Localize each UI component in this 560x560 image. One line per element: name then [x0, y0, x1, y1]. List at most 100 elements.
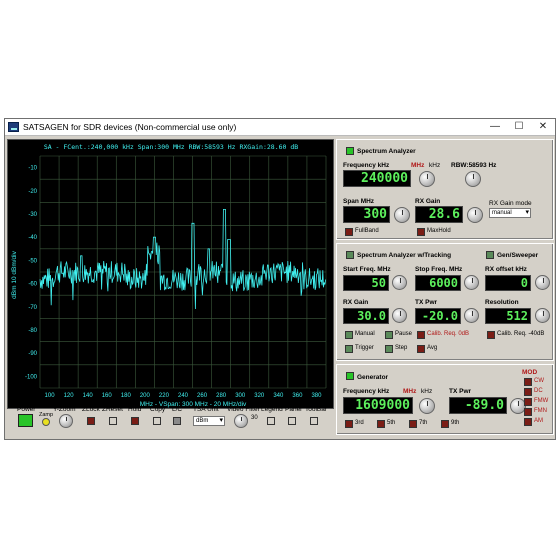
sa-title: Spectrum Analyzer [357, 148, 416, 155]
start-freq-knob[interactable] [392, 275, 407, 290]
x-tick-label: 380 [311, 393, 322, 399]
video-filter-label: Video Filter [227, 406, 260, 413]
sa-gainmode-select[interactable]: manual [489, 208, 531, 218]
sa-span-display[interactable]: 300 [343, 206, 390, 223]
resolution-label: Resolution [485, 299, 519, 306]
mod-dc-option[interactable]: DC [524, 388, 543, 396]
sa-span-knob[interactable] [394, 207, 410, 223]
zamp-indicator[interactable] [42, 418, 50, 426]
gen-frequency-display[interactable]: 1609000 [343, 397, 413, 414]
x-tick-label: 120 [64, 393, 75, 399]
power-button[interactable] [18, 414, 33, 427]
gen-txpwr-display[interactable]: -89.0 [449, 397, 507, 414]
maximize-button[interactable]: ☐ [507, 119, 531, 135]
tracking-gain-label: RX Gain [343, 299, 369, 306]
zreset-label: ZReset [102, 406, 123, 413]
harmonic-3rd-checkbox[interactable]: 3rd [345, 420, 364, 428]
tracking-gain-display[interactable]: 30.0 [343, 308, 389, 324]
hold-button[interactable] [131, 417, 139, 425]
sa-frequency-knob[interactable] [419, 171, 435, 187]
generator-title: Generator [357, 374, 389, 381]
gen-unit-khz[interactable]: kHz [421, 388, 432, 395]
rx-offset-display[interactable]: 0 [485, 275, 531, 291]
zlock-button[interactable] [87, 417, 95, 425]
power-label: Power [17, 406, 36, 413]
avg-checkbox[interactable]: Avg [417, 345, 437, 353]
mod-fmw-option[interactable]: FMW [524, 398, 548, 406]
x-tick-label: 360 [292, 393, 303, 399]
calib-0db-checkbox[interactable]: Calib. Req. 0dB [417, 331, 469, 339]
lc-label: L/C [172, 406, 183, 413]
x-tick-label: 260 [197, 393, 208, 399]
harmonic-5th-checkbox[interactable]: 5th [377, 420, 395, 428]
gen-frequency-knob[interactable] [419, 398, 435, 414]
tracking-txpwr-knob[interactable] [464, 308, 479, 323]
close-button[interactable]: ✕ [531, 119, 555, 135]
spectrum-graph[interactable]: SA - FCent.:240,000 kHz Span:300 MHz RBW… [7, 139, 334, 409]
sa-enable-led[interactable] [346, 147, 354, 155]
y-tick-label: -80 [28, 328, 37, 334]
app-icon [8, 122, 19, 132]
gen-sweeper-led[interactable] [486, 251, 494, 259]
sa-rbw-label: RBW:58593 Hz [451, 162, 497, 169]
app-window: SATSAGEN for SDR devices (Non-commercial… [4, 118, 556, 440]
minimize-button[interactable]: — [483, 119, 507, 135]
legend-button[interactable] [267, 417, 275, 425]
x-tick-label: 300 [235, 393, 246, 399]
trigger-checkbox[interactable]: Trigger [345, 345, 374, 353]
y-tick-label: -10 [28, 166, 37, 172]
graph-ylabel: dBm 10 dBm/div [11, 250, 18, 298]
graph-x-tick-labels: 100 120 140 160 180 200 220 240 260 280 300 320 340 3… [45, 393, 323, 399]
sa-fullband-checkbox[interactable]: FullBand [345, 228, 379, 236]
gen-unit-mhz[interactable]: MHz [403, 388, 416, 395]
mod-am-option[interactable]: AM [524, 418, 543, 426]
mod-fmn-option[interactable]: FMN [524, 408, 547, 416]
tracking-gain-knob[interactable] [392, 308, 407, 323]
sa-frequency-display[interactable]: 240000 [343, 170, 411, 187]
sa-gain-knob[interactable] [467, 207, 483, 223]
mod-cw-option[interactable]: CW [524, 378, 544, 386]
lc-button[interactable] [173, 417, 181, 425]
rx-offset-label: RX offset kHz [485, 266, 527, 273]
resolution-knob[interactable] [535, 308, 550, 323]
manual-checkbox[interactable]: Manual [345, 331, 375, 339]
harmonic-7th-checkbox[interactable]: 7th [409, 420, 427, 428]
step-checkbox[interactable]: Step [385, 345, 407, 353]
calib-40db-checkbox[interactable]: Calib. Req. -40dB [487, 331, 544, 339]
rx-offset-knob[interactable] [535, 275, 550, 290]
stop-freq-knob[interactable] [464, 275, 479, 290]
panel-button[interactable] [288, 417, 296, 425]
sa-unit-mhz[interactable]: MHz [411, 162, 424, 169]
x-tick-label: 160 [102, 393, 113, 399]
video-filter-value: 30 [251, 415, 258, 421]
resolution-display[interactable]: 512 [485, 308, 531, 324]
sa-maxhold-checkbox[interactable]: MaxHold [417, 228, 451, 236]
toolbar-button[interactable] [310, 417, 318, 425]
y-tick-label: -100 [25, 374, 38, 380]
sa-rbw-knob[interactable] [465, 171, 481, 187]
hold-label: Hold [128, 406, 142, 413]
tracking-txpwr-display[interactable]: -20.0 [415, 308, 461, 324]
x-tick-label: 200 [140, 393, 151, 399]
x-tick-label: 220 [159, 393, 170, 399]
generator-enable-led[interactable] [346, 372, 354, 380]
stop-freq-display[interactable]: 6000 [415, 275, 461, 291]
sa-span-label: Span MHz [343, 198, 375, 205]
tracking-enable-led[interactable] [346, 251, 354, 259]
gen-sweeper-title: Gen/Sweeper [497, 252, 539, 259]
stop-freq-label: Stop Freq. MHz [415, 266, 463, 273]
zreset-button[interactable] [109, 417, 117, 425]
harmonic-9th-checkbox[interactable]: 9th [441, 420, 459, 428]
pause-checkbox[interactable]: Pause [385, 331, 412, 339]
x-tick-label: 280 [216, 393, 227, 399]
tsa-unit-select[interactable]: dBm [193, 416, 225, 426]
sa-gain-display[interactable]: 28.6 [415, 206, 463, 223]
yzoom-knob[interactable] [59, 414, 73, 428]
gen-txpwr-label: TX Pwr [449, 388, 472, 395]
tsa-unit-label: TSA Unit [193, 406, 219, 413]
sa-unit-khz[interactable]: kHz [429, 162, 440, 169]
start-freq-display[interactable]: 50 [343, 275, 389, 291]
y-tick-label: -50 [28, 258, 37, 264]
video-filter-knob[interactable] [234, 414, 248, 428]
copy-button[interactable] [153, 417, 161, 425]
